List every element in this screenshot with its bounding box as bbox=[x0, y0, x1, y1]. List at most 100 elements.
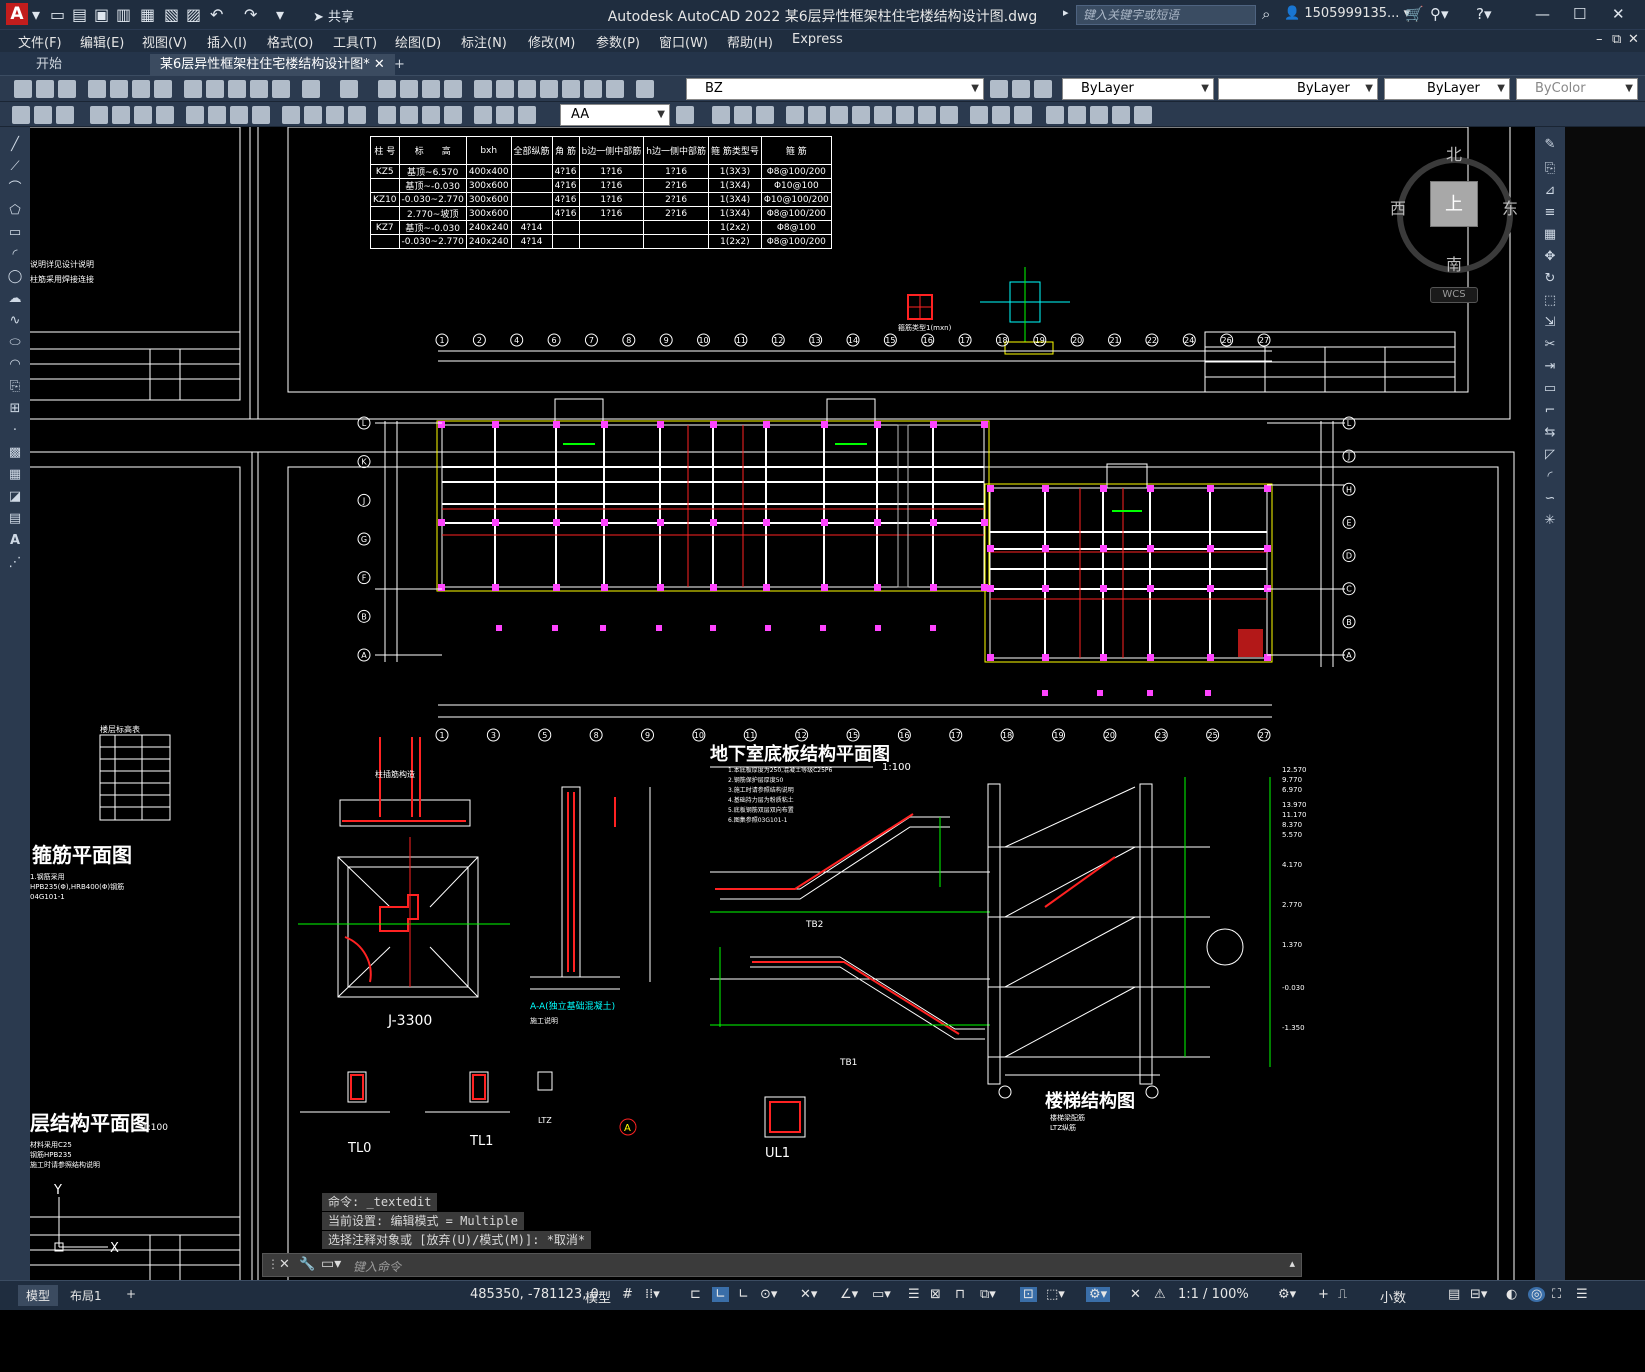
open-file-icon[interactable]: ▤ bbox=[72, 5, 87, 25]
menu-edit[interactable]: 编辑(E) bbox=[80, 32, 124, 51]
model-space-button[interactable]: 模型 bbox=[585, 1287, 611, 1306]
sheetset-icon[interactable] bbox=[540, 80, 558, 98]
menu-window[interactable]: 窗口(W) bbox=[659, 32, 708, 51]
chamfer-icon[interactable]: ◸ bbox=[1541, 447, 1559, 463]
workspace-icon[interactable]: ⚙▾ bbox=[1086, 1287, 1111, 1302]
modify-icon-7[interactable] bbox=[852, 106, 870, 124]
annotation-scale-value[interactable]: 1:1 / 100% bbox=[1178, 1287, 1249, 1302]
app-menu-chevron-icon[interactable]: ▾ bbox=[32, 5, 40, 25]
region-icon[interactable]: ◪ bbox=[6, 489, 24, 505]
dim-angular-icon[interactable] bbox=[252, 106, 270, 124]
dim-continue-icon[interactable] bbox=[326, 106, 344, 124]
units-value[interactable]: 小数 bbox=[1380, 1287, 1406, 1306]
isodraft-icon[interactable]: ⊙▾ bbox=[760, 1287, 777, 1302]
extend-icon[interactable]: ⇥ bbox=[1541, 359, 1559, 375]
zoom-realtime-icon[interactable] bbox=[400, 80, 418, 98]
undo-tool-icon[interactable] bbox=[302, 80, 320, 98]
grip-handle-icon[interactable]: ⋮ bbox=[267, 1257, 279, 1271]
inspect-icon[interactable] bbox=[422, 106, 440, 124]
tab-drawing[interactable]: 某6层异性框架柱住宅楼结构设计图* ✕ bbox=[150, 54, 395, 76]
modify-icon-4[interactable] bbox=[786, 106, 804, 124]
explode-icon[interactable]: ✳ bbox=[1541, 513, 1559, 529]
settings-icon[interactable]: ⚙▾ bbox=[1278, 1287, 1296, 1302]
doc-close-icon[interactable]: ✕ bbox=[1628, 32, 1639, 47]
ellipse-arc-icon[interactable]: ◠ bbox=[6, 357, 24, 373]
dim-update-icon[interactable] bbox=[518, 106, 536, 124]
array-icon[interactable]: ▦ bbox=[1541, 227, 1559, 243]
line-icon[interactable]: ╱ bbox=[6, 137, 24, 153]
save-web-icon[interactable]: ▧ bbox=[164, 5, 179, 25]
customize-cmd-icon[interactable]: 🔧 bbox=[299, 1257, 315, 1272]
modify-icon-11[interactable] bbox=[940, 106, 958, 124]
open-web-icon[interactable]: ▦ bbox=[140, 5, 155, 25]
annotate-icon[interactable]: ⚠ bbox=[1154, 1287, 1166, 1302]
transparency-icon[interactable]: ☰ bbox=[908, 1287, 920, 1302]
layer-props-icon[interactable] bbox=[636, 80, 654, 98]
customize-qa-icon[interactable]: ▾ bbox=[276, 5, 284, 25]
command-input[interactable]: 键入命令 bbox=[353, 1258, 401, 1275]
wcs-button[interactable]: WCS bbox=[1430, 287, 1478, 303]
osnap-icon[interactable]: ∠▾ bbox=[840, 1287, 858, 1302]
modify-icon-8[interactable] bbox=[874, 106, 892, 124]
modify-icon-15[interactable] bbox=[1046, 106, 1064, 124]
save-icon[interactable]: ▣ bbox=[94, 5, 109, 25]
save-as-icon[interactable]: ▥ bbox=[116, 5, 131, 25]
menu-view[interactable]: 视图(V) bbox=[142, 32, 187, 51]
modify-icon-5[interactable] bbox=[808, 106, 826, 124]
dim-ordinate-icon[interactable] bbox=[156, 106, 174, 124]
pan-icon[interactable] bbox=[378, 80, 396, 98]
modify-icon-13[interactable] bbox=[992, 106, 1010, 124]
modify-icon-17[interactable] bbox=[1090, 106, 1108, 124]
color-dropdown[interactable]: ByLayer ▼ bbox=[1062, 78, 1214, 100]
fillet-icon[interactable]: ◜ bbox=[1541, 469, 1559, 485]
menu-dimension[interactable]: 标注(N) bbox=[461, 32, 507, 51]
qnew-icon[interactable] bbox=[14, 80, 32, 98]
preview-icon[interactable] bbox=[110, 80, 128, 98]
coordinates-readout[interactable]: 485350, -781123, 0 bbox=[470, 1287, 599, 1302]
snap-icon[interactable]: ⁞⁞▾ bbox=[645, 1287, 660, 1302]
help-icon[interactable]: ?▾ bbox=[1476, 5, 1492, 23]
account-button[interactable]: 👤 1505999135... ▾ bbox=[1284, 6, 1410, 21]
menu-express[interactable]: Express bbox=[792, 32, 843, 47]
grid-icon[interactable]: # bbox=[622, 1287, 633, 1302]
make-block-icon[interactable]: ⊞ bbox=[6, 401, 24, 417]
dim-radius-icon[interactable] bbox=[186, 106, 204, 124]
zoom-window-icon[interactable] bbox=[422, 80, 440, 98]
stretch-icon[interactable]: ⇲ bbox=[1541, 315, 1559, 331]
autodesk-app-icon[interactable]: ⚲▾ bbox=[1430, 5, 1449, 23]
dim-space-icon[interactable] bbox=[348, 106, 366, 124]
minimize-button[interactable]: — bbox=[1535, 5, 1550, 23]
save-tool-icon[interactable] bbox=[58, 80, 76, 98]
redo-tool-icon[interactable] bbox=[340, 80, 358, 98]
hardware-accel-icon[interactable]: ◎ bbox=[1528, 1287, 1546, 1302]
help-tool-icon[interactable] bbox=[606, 80, 624, 98]
revcloud-icon[interactable]: ☁ bbox=[6, 291, 24, 307]
modify-icon-1[interactable] bbox=[712, 106, 730, 124]
markup-icon[interactable] bbox=[562, 80, 580, 98]
insert-block-icon[interactable]: ⎘ bbox=[6, 379, 24, 395]
viewcube-north[interactable]: 北 bbox=[1446, 141, 1462, 165]
cut-icon[interactable] bbox=[184, 80, 202, 98]
mirror-icon[interactable]: ⊿ bbox=[1541, 183, 1559, 199]
construction-line-icon[interactable]: ⟋ bbox=[6, 159, 24, 175]
customize-status-icon[interactable]: ☰ bbox=[1576, 1287, 1588, 1302]
polygon-icon[interactable]: ⬠ bbox=[6, 203, 24, 219]
jogged-linear-icon[interactable] bbox=[444, 106, 462, 124]
add-selected-icon[interactable]: ⋰ bbox=[6, 555, 24, 571]
dynamic-ucs-icon[interactable]: ⧉▾ bbox=[980, 1287, 996, 1302]
calculator-icon[interactable] bbox=[584, 80, 602, 98]
lineweight-dropdown[interactable]: ByLayer ▼ bbox=[1384, 78, 1510, 100]
blend-icon[interactable]: ∽ bbox=[1541, 491, 1559, 507]
close-button[interactable]: ✕ bbox=[1612, 5, 1625, 23]
make-current-icon[interactable] bbox=[990, 80, 1008, 98]
tab-layout1[interactable]: 布局1 bbox=[62, 1285, 110, 1306]
tool-icon-b[interactable] bbox=[34, 106, 52, 124]
break-point-icon[interactable]: ▭ bbox=[1541, 381, 1559, 397]
polyline-icon[interactable]: ⌒ bbox=[6, 181, 24, 197]
share-button[interactable]: ➤ 共享 bbox=[313, 6, 354, 25]
layer-previous-icon[interactable] bbox=[1012, 80, 1030, 98]
polar-icon[interactable]: ∟ bbox=[738, 1287, 749, 1302]
ellipse-icon[interactable]: ⬭ bbox=[6, 335, 24, 351]
dim-jogged-icon[interactable] bbox=[208, 106, 226, 124]
plot-icon[interactable] bbox=[88, 80, 106, 98]
